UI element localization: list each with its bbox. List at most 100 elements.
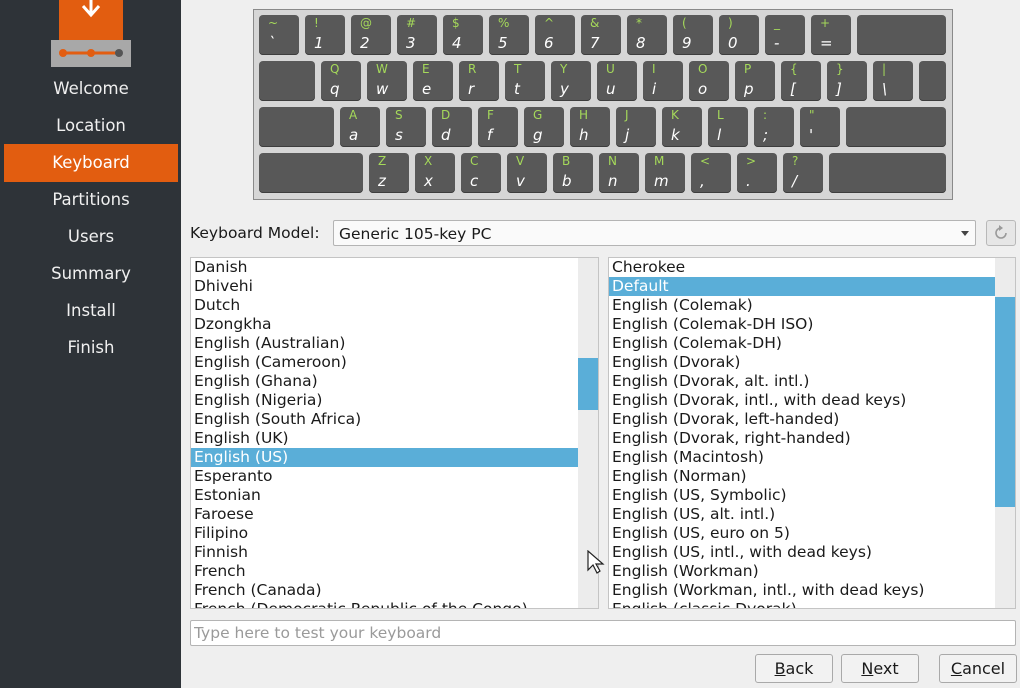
list-item[interactable]: Dhivehi <box>191 277 578 296</box>
list-item[interactable]: Esperanto <box>191 467 578 486</box>
key-base-label: b <box>562 172 572 190</box>
keyboard-layout-list[interactable]: French (Democratic Republic of the Congo… <box>190 257 599 609</box>
list-item[interactable]: English (Nigeria) <box>191 391 578 410</box>
key-shift-label: # <box>406 16 417 30</box>
key-shift-label: U <box>606 62 615 76</box>
key: ! 1 <box>305 15 345 55</box>
key: Uu <box>597 61 637 101</box>
list-item[interactable]: English (Workman) <box>609 562 995 581</box>
back-button[interactable]: Back <box>755 654 833 683</box>
keyboard-model-label: Keyboard Model: <box>190 224 320 242</box>
key: Cc <box>461 153 501 193</box>
list-item[interactable]: French (Democratic Republic of the Congo… <box>191 600 578 608</box>
list-item[interactable]: English (Norman) <box>609 467 995 486</box>
list-item[interactable]: English (US, euro on 5) <box>609 524 995 543</box>
chevron-down-icon <box>961 231 969 236</box>
list-item[interactable]: English (US, intl., with dead keys) <box>609 543 995 562</box>
key: Kk <box>662 107 702 147</box>
key-shift-label: Q <box>330 62 340 76</box>
sidebar: Welcome Location Keyboard Partitions Use… <box>0 0 181 688</box>
list-item[interactable]: English (Ghana) <box>191 372 578 391</box>
cancel-button[interactable]: Cancel <box>939 654 1017 683</box>
list-item[interactable]: Faroese <box>191 505 578 524</box>
key-base-label: s <box>395 126 403 144</box>
sidebar-item-users: Users <box>67 227 115 246</box>
list-item[interactable]: Default <box>609 277 995 296</box>
key-base-label: l <box>717 126 722 144</box>
layout-list-scroll-thumb[interactable] <box>578 358 598 410</box>
key: ^ 6 <box>535 15 575 55</box>
key-base-label: m <box>654 172 669 190</box>
list-item[interactable]: Dzongkha <box>191 315 578 334</box>
list-item[interactable]: Cherokee <box>609 258 995 277</box>
key-blank <box>846 107 946 147</box>
key-shift-label: H <box>579 108 589 122</box>
key: | \ <box>873 61 913 101</box>
key: (9 <box>673 15 713 55</box>
list-item[interactable]: English (Dvorak, left-handed) <box>609 410 995 429</box>
variant-list-scroll-thumb[interactable] <box>995 297 1015 507</box>
list-item[interactable]: Dutch <box>191 296 578 315</box>
key: Qq <box>321 61 361 101</box>
list-item[interactable]: Filipino <box>191 524 578 543</box>
key-base-label: z <box>378 172 386 190</box>
list-item[interactable]: English (Dvorak, right-handed) <box>609 429 995 448</box>
key-shift-label: X <box>424 154 433 168</box>
key-shift-label: R <box>468 62 477 76</box>
list-item[interactable]: English (Workman, intl., with dead keys) <box>609 581 995 600</box>
list-item[interactable]: English (US, Symbolic) <box>609 486 995 505</box>
key: Nn <box>599 153 639 193</box>
list-item[interactable]: English (Dvorak) <box>609 353 995 372</box>
key-shift-label: K <box>671 108 679 122</box>
key-base-label: 3 <box>406 34 416 52</box>
list-item[interactable]: English (Colemak) <box>609 296 995 315</box>
sidebar-item-partitions: Partitions <box>52 190 130 209</box>
list-item[interactable]: English (Australian) <box>191 334 578 353</box>
variant-list-scrollbar[interactable] <box>995 258 1015 608</box>
key-base-label: ] <box>836 80 842 98</box>
key: Rr <box>459 61 499 101</box>
list-item[interactable]: English (Dvorak, alt. intl.) <box>609 372 995 391</box>
key: >. <box>737 153 777 193</box>
list-item[interactable]: English (Macintosh) <box>609 448 995 467</box>
key: Vv <box>507 153 547 193</box>
key-shift-label: : <box>763 108 768 122</box>
key: Xx <box>415 153 455 193</box>
list-item[interactable]: Finnish <box>191 543 578 562</box>
list-item[interactable]: English (UK) <box>191 429 578 448</box>
key: Oo <box>689 61 729 101</box>
list-item[interactable]: English (US) <box>191 448 578 467</box>
list-item[interactable]: French <box>191 562 578 581</box>
key: Ii <box>643 61 683 101</box>
list-item[interactable]: English (Dvorak, intl., with dead keys) <box>609 391 995 410</box>
list-item[interactable]: Danish <box>191 258 578 277</box>
list-item[interactable]: English (US, alt. intl.) <box>609 505 995 524</box>
key-shift-label: B <box>562 154 571 168</box>
key-shift-label: ) <box>728 16 733 30</box>
keyboard-model-value: Generic 105-key PC <box>339 225 492 243</box>
keyboard-model-dropdown[interactable]: Generic 105-key PC <box>333 220 976 246</box>
key-shift-label: L <box>717 108 724 122</box>
list-item[interactable]: English (classic Dvorak) <box>609 600 995 608</box>
key: }] <box>827 61 867 101</box>
next-button[interactable]: Next <box>841 654 919 683</box>
list-item[interactable]: English (Colemak-DH) <box>609 334 995 353</box>
key-shift-label: { <box>790 62 798 76</box>
keyboard-test-input[interactable] <box>190 620 1016 646</box>
key-base-label: d <box>441 126 451 144</box>
key-shift-label: I <box>652 62 656 76</box>
revert-icon <box>995 225 1007 239</box>
key-base-label: v <box>516 172 525 190</box>
key-base-label: 2 <box>360 34 370 52</box>
list-item[interactable]: English (South Africa) <box>191 410 578 429</box>
key-shift-label: + <box>820 16 831 30</box>
list-item[interactable]: English (Colemak-DH ISO) <box>609 315 995 334</box>
list-item[interactable]: English (Cameroon) <box>191 353 578 372</box>
keyboard-variant-list[interactable]: English (classic Dvorak) English (Workman… <box>608 257 1016 609</box>
revert-model-button[interactable] <box>986 220 1016 246</box>
key: * 8 <box>627 15 667 55</box>
key: <, <box>691 153 731 193</box>
key-base-label: i <box>652 80 657 98</box>
list-item[interactable]: French (Canada) <box>191 581 578 600</box>
list-item[interactable]: Estonian <box>191 486 578 505</box>
